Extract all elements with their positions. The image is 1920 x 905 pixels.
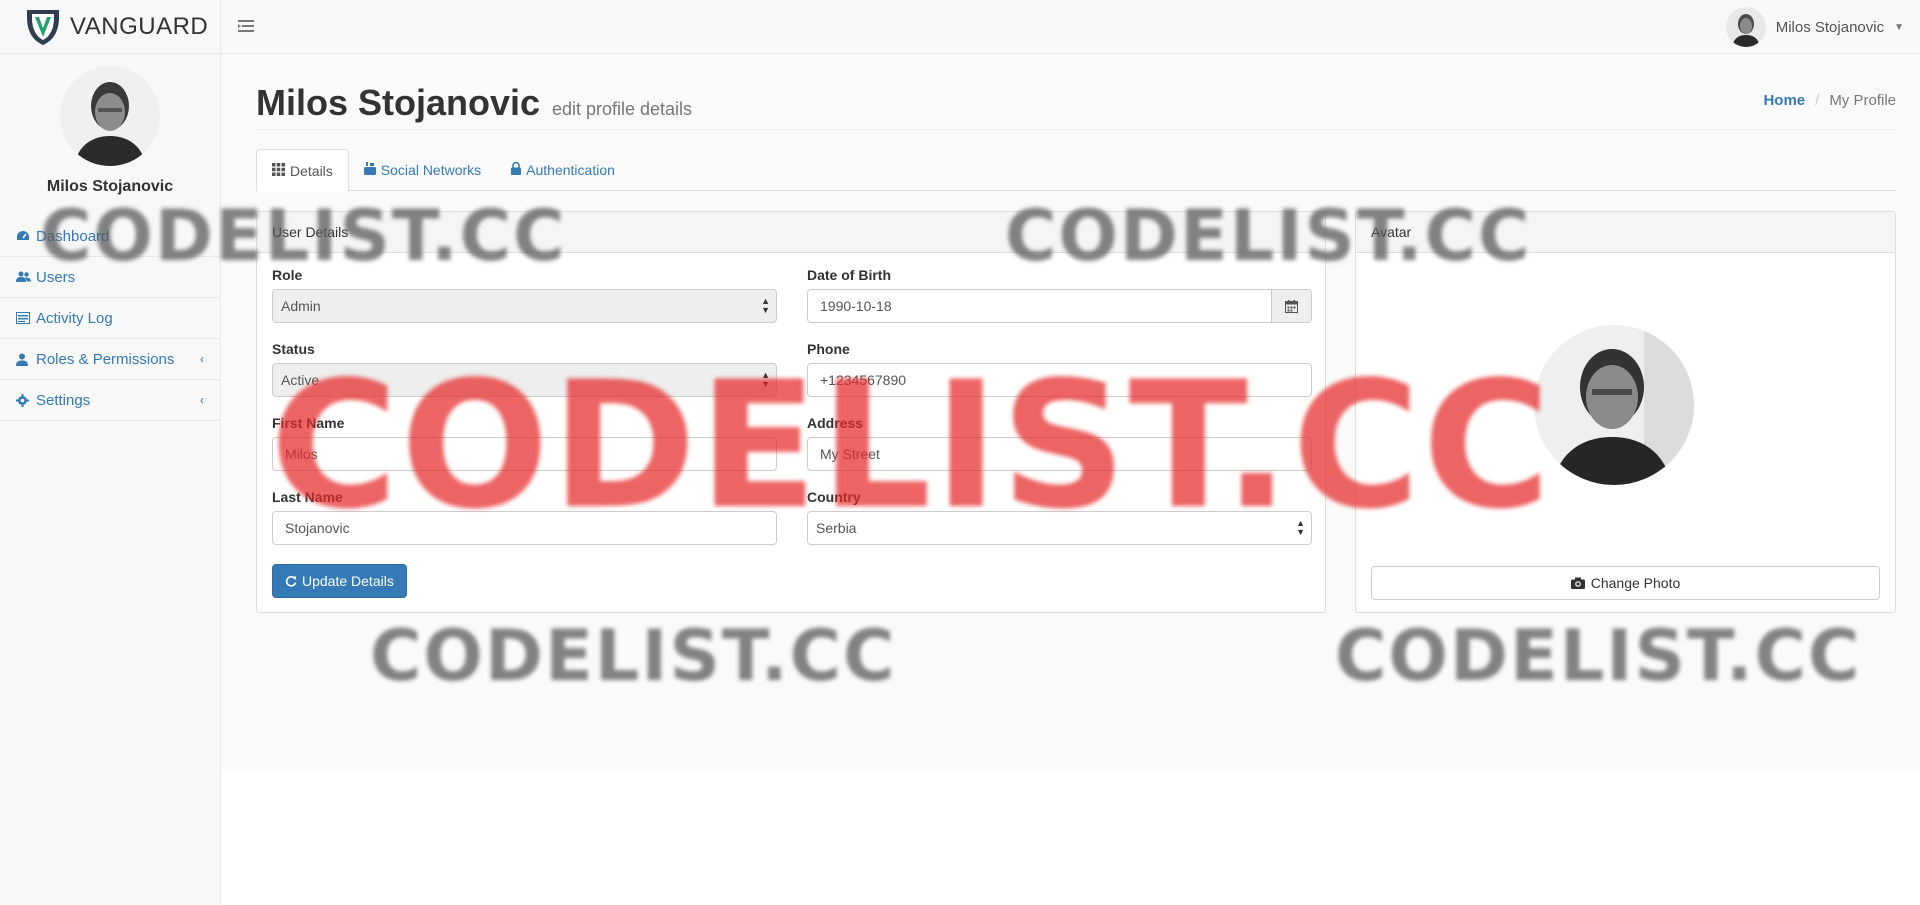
dashboard-icon bbox=[16, 230, 32, 242]
address-field[interactable]: My Street bbox=[807, 437, 1312, 471]
gear-icon bbox=[16, 393, 32, 407]
dob-value: 1990-10-18 bbox=[820, 298, 892, 314]
tab-social-networks[interactable]: Social Networks bbox=[349, 149, 496, 191]
first-name-label: First Name bbox=[272, 415, 345, 431]
phone-value: +1234567890 bbox=[820, 372, 907, 388]
sidebar-avatar bbox=[60, 66, 160, 166]
profile-avatar-image bbox=[1534, 325, 1694, 485]
address-group: Address My Street bbox=[807, 415, 1312, 471]
last-name-value: Stojanovic bbox=[285, 520, 350, 536]
shield-logo-icon bbox=[27, 10, 59, 45]
role-group: Role Admin ▲ ▼ bbox=[272, 267, 777, 323]
user-menu-dropdown[interactable]: Milos Stojanovic ▼ bbox=[1725, 6, 1904, 48]
status-group: Status Active ▲ ▼ bbox=[272, 341, 777, 397]
update-details-button[interactable]: Update Details bbox=[272, 564, 407, 598]
page-title: Milos Stojanovic bbox=[256, 82, 541, 123]
role-value: Admin bbox=[281, 298, 321, 314]
last-name-field[interactable]: Stojanovic bbox=[272, 511, 777, 545]
user-details-panel: User Details Role Admin ▲ ▼ Date of Birth… bbox=[256, 211, 1326, 613]
brand-name: VANGUARD bbox=[70, 13, 209, 40]
select-arrows-icon: ▲ ▼ bbox=[761, 370, 770, 389]
lock-icon bbox=[511, 161, 522, 178]
address-label: Address bbox=[807, 415, 864, 431]
sidebar: Milos Stojanovic Dashboard Users Activit… bbox=[0, 54, 221, 905]
sidebar-item-label: Activity Log bbox=[36, 309, 113, 327]
sidebar-item-users[interactable]: Users bbox=[0, 257, 220, 298]
status-label: Status bbox=[272, 341, 315, 357]
first-name-field[interactable]: Milos bbox=[272, 437, 777, 471]
tab-details[interactable]: Details bbox=[256, 149, 349, 192]
country-label: Country bbox=[807, 489, 861, 505]
dob-field[interactable]: 1990-10-18 bbox=[807, 289, 1272, 323]
change-photo-button[interactable]: Change Photo bbox=[1371, 566, 1880, 600]
sidebar-item-label: Users bbox=[36, 268, 76, 286]
select-arrows-icon: ▲ ▼ bbox=[761, 296, 770, 315]
role-select[interactable]: Admin ▲ ▼ bbox=[272, 289, 777, 323]
grid-icon bbox=[272, 162, 285, 179]
phone-field[interactable]: +1234567890 bbox=[807, 363, 1312, 397]
profile-tabs: Details Social Networks Authentication bbox=[256, 149, 1896, 192]
update-details-label: Update Details bbox=[302, 573, 394, 589]
tab-label: Authentication bbox=[526, 162, 615, 178]
last-name-group: Last Name Stojanovic bbox=[272, 489, 777, 545]
country-value: Serbia bbox=[816, 520, 857, 536]
dob-group: Date of Birth 1990-10-18 bbox=[807, 267, 1312, 323]
page-subtitle: edit profile details bbox=[551, 99, 693, 119]
last-name-label: Last Name bbox=[272, 489, 343, 505]
list-icon bbox=[16, 312, 32, 324]
sidebar-item-settings[interactable]: Settings ‹ bbox=[0, 380, 220, 421]
breadcrumb: Home / My Profile bbox=[1763, 92, 1896, 109]
sidebar-user-name: Milos Stojanovic bbox=[46, 178, 174, 195]
page-header: Milos Stojanovic edit profile details Ho… bbox=[256, 82, 1896, 130]
country-group: Country Serbia ▲ ▼ bbox=[807, 489, 1312, 545]
top-navbar: VANGUARD Milos Stojanovic ▼ bbox=[0, 0, 1920, 54]
sidebar-toggle-button[interactable] bbox=[236, 16, 256, 36]
breadcrumb-home-link[interactable]: Home bbox=[1763, 92, 1805, 109]
caret-down-icon: ▼ bbox=[1894, 21, 1904, 33]
chevron-left-icon: ‹ bbox=[200, 352, 204, 366]
users-icon bbox=[16, 271, 32, 283]
sidebar-item-dashboard[interactable]: Dashboard bbox=[0, 216, 220, 257]
first-name-value: Milos bbox=[285, 446, 318, 462]
status-value: Active bbox=[281, 372, 320, 388]
change-photo-label: Change Photo bbox=[1590, 575, 1681, 591]
dob-label: Date of Birth bbox=[807, 267, 891, 283]
phone-label: Phone bbox=[807, 341, 850, 357]
dob-input-group: 1990-10-18 bbox=[807, 289, 1312, 323]
panel-heading: Avatar bbox=[1356, 212, 1895, 253]
tab-authentication[interactable]: Authentication bbox=[496, 149, 630, 191]
role-label: Role bbox=[272, 267, 303, 283]
select-arrows-icon: ▲ ▼ bbox=[1296, 518, 1305, 537]
sidebar-item-activity-log[interactable]: Activity Log bbox=[0, 298, 220, 339]
calendar-button[interactable] bbox=[1272, 289, 1312, 323]
camera-icon bbox=[1570, 577, 1585, 589]
phone-group: Phone +1234567890 bbox=[807, 341, 1312, 397]
tab-label: Social Networks bbox=[380, 162, 482, 178]
first-name-group: First Name Milos bbox=[272, 415, 777, 471]
chevron-left-icon: ‹ bbox=[200, 393, 204, 407]
sidebar-item-label: Dashboard bbox=[36, 227, 110, 245]
breadcrumb-separator: / bbox=[1815, 92, 1820, 109]
panel-heading: User Details bbox=[257, 212, 1325, 253]
status-select[interactable]: Active ▲ ▼ bbox=[272, 363, 777, 397]
avatar-panel: Avatar Change Photo bbox=[1355, 211, 1896, 613]
tab-label: Details bbox=[290, 162, 333, 179]
breadcrumb-current: My Profile bbox=[1829, 92, 1896, 109]
sidebar-item-label: Roles & Permissions bbox=[36, 350, 175, 368]
sidebar-item-roles-permissions[interactable]: Roles & Permissions ‹ bbox=[0, 339, 220, 380]
main-content: Milos Stojanovic edit profile details Ho… bbox=[221, 54, 1920, 905]
calendar-icon bbox=[1285, 299, 1298, 313]
refresh-icon bbox=[285, 576, 297, 587]
brand[interactable]: VANGUARD bbox=[0, 0, 221, 54]
youtube-icon bbox=[363, 162, 376, 178]
menu-toggle-icon bbox=[238, 20, 254, 32]
user-menu-name: Milos Stojanovic bbox=[1775, 18, 1885, 36]
avatar bbox=[1725, 7, 1766, 47]
address-value: My Street bbox=[820, 446, 880, 462]
country-select[interactable]: Serbia ▲ ▼ bbox=[807, 511, 1312, 545]
sidebar-item-label: Settings bbox=[36, 391, 91, 409]
user-icon bbox=[16, 353, 32, 366]
sidebar-menu: Dashboard Users Activity Log Roles & Per… bbox=[0, 216, 220, 421]
